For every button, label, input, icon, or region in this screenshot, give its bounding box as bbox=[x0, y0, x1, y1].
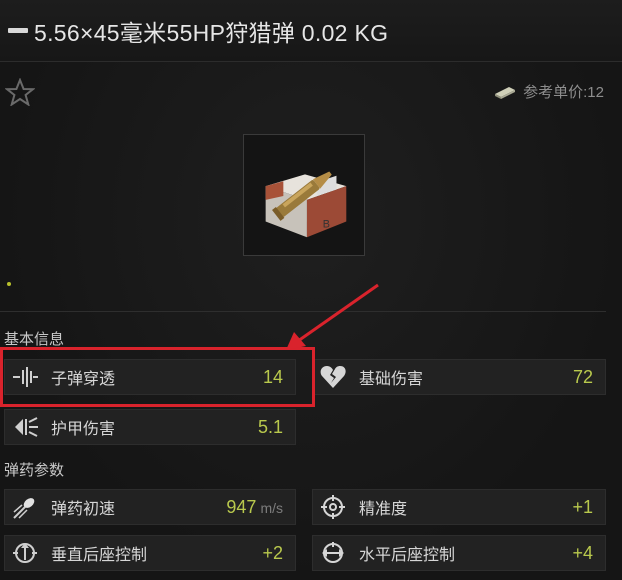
svg-text:B: B bbox=[323, 218, 330, 230]
stat-label: 基础伤害 bbox=[359, 371, 424, 388]
stat-value: 5.1 bbox=[257, 416, 283, 437]
stat-base-damage[interactable]: 基础伤害 72 bbox=[312, 359, 606, 395]
stat-label: 水平后座控制 bbox=[359, 547, 456, 564]
price-label: 参考单价:12 bbox=[523, 84, 604, 101]
stat-label: 精准度 bbox=[359, 501, 408, 518]
stat-armor-damage[interactable]: 护甲伤害 5.1 bbox=[4, 409, 296, 445]
annotation-highlight-box bbox=[0, 347, 315, 407]
horizontal-recoil-icon bbox=[322, 542, 344, 563]
money-stack-icon bbox=[495, 86, 516, 99]
velocity-unit: m/s bbox=[260, 499, 283, 516]
crosshair-icon bbox=[321, 495, 345, 519]
item-image-frame: B bbox=[243, 134, 365, 256]
stat-label: 护甲伤害 bbox=[51, 421, 116, 438]
stat-value: +2 bbox=[262, 542, 283, 563]
item-title: 5.56×45毫米55HP狩猎弹 0.02 KG bbox=[34, 19, 389, 46]
armor-damage-icon bbox=[15, 417, 38, 437]
stat-value: 947 m/s bbox=[226, 497, 283, 518]
velocity-number: 947 bbox=[226, 496, 257, 517]
ammo-box-with-cartridge-icon: B bbox=[265, 171, 347, 238]
stat-velocity[interactable]: 弹药初速 947 m/s bbox=[4, 489, 296, 525]
star-outline-icon[interactable] bbox=[5, 78, 35, 106]
ammo-type-icon bbox=[8, 28, 28, 33]
velocity-icon bbox=[13, 498, 35, 519]
stat-horizontal-recoil[interactable]: 水平后座控制 +4 bbox=[312, 535, 606, 571]
vertical-recoil-icon bbox=[13, 543, 37, 563]
broken-heart-icon bbox=[320, 366, 346, 388]
stat-value: +4 bbox=[572, 542, 593, 563]
stat-label: 弹药初速 bbox=[51, 501, 116, 518]
item-title-bar: 5.56×45毫米55HP狩猎弹 0.02 KG bbox=[0, 0, 622, 62]
section-ammo-params: 弹药参数 bbox=[4, 462, 65, 479]
status-dot bbox=[7, 282, 11, 286]
stat-value: 72 bbox=[572, 366, 593, 387]
reference-price: 参考单价:12 bbox=[493, 81, 604, 102]
stat-vertical-recoil[interactable]: 垂直后座控制 +2 bbox=[4, 535, 296, 571]
stat-accuracy[interactable]: 精准度 +1 bbox=[312, 489, 606, 525]
stat-value: +1 bbox=[572, 496, 593, 517]
stat-label: 垂直后座控制 bbox=[51, 547, 148, 564]
divider bbox=[0, 311, 606, 312]
section-basic-info: 基本信息 bbox=[4, 331, 65, 348]
